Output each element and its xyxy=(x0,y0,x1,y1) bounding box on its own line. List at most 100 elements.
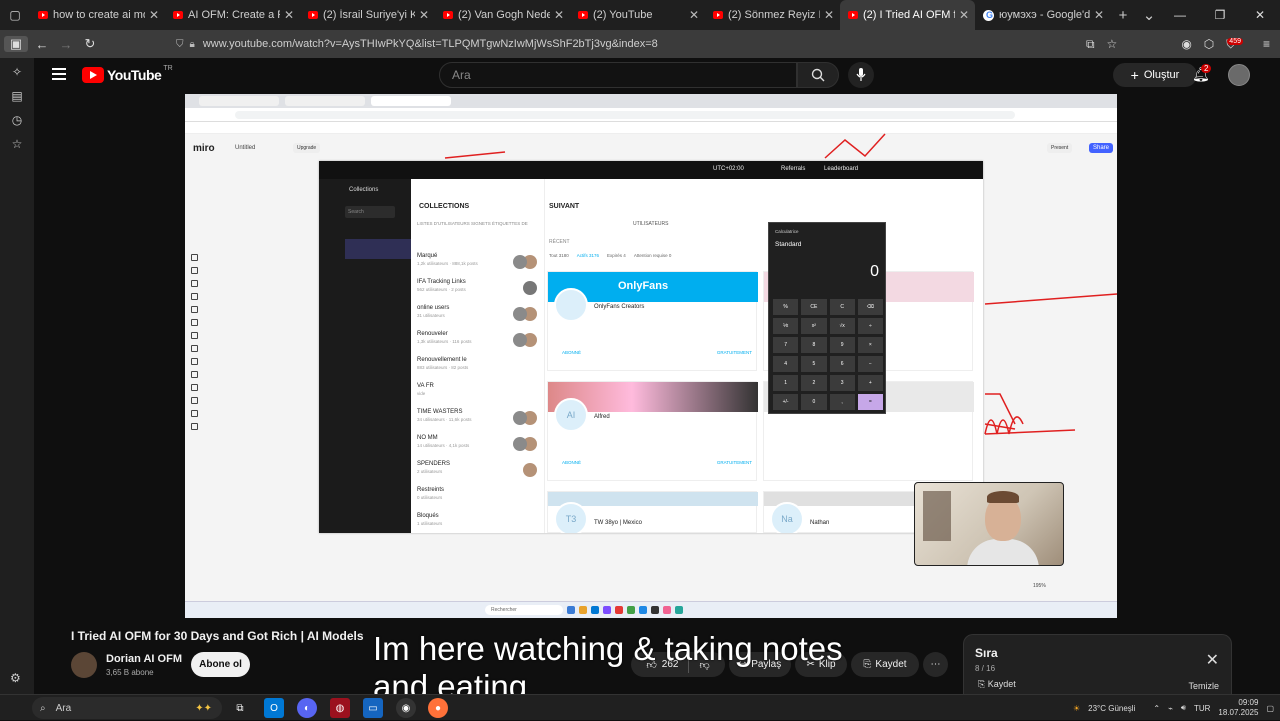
youtube-icon xyxy=(443,11,453,19)
app-referrals: Referrals xyxy=(781,166,806,172)
browser-tab[interactable]: (2) YouTube ✕ xyxy=(570,0,705,30)
close-icon[interactable]: ✕ xyxy=(1094,8,1104,22)
back-icon[interactable]: ← xyxy=(30,37,54,52)
youtube-icon xyxy=(713,11,723,19)
feed-title: SUIVANT xyxy=(549,203,580,210)
close-icon[interactable]: ✕ xyxy=(284,8,294,22)
collections-title: COLLECTIONS xyxy=(419,203,470,210)
site-info-icon[interactable]: ⛉ xyxy=(176,39,184,50)
obs-icon[interactable]: ◉ xyxy=(396,698,416,718)
close-icon[interactable]: ✕ xyxy=(959,8,969,22)
browser-tab-label: юумэхэ - Google'da Ara xyxy=(999,9,1090,21)
browser-tab[interactable]: AI OFM: Create a Profitable ✕ xyxy=(165,0,300,30)
queue-clear-button[interactable]: Temizle xyxy=(1188,681,1219,691)
card-avatar: Na xyxy=(770,502,804,533)
tab-actions-icon[interactable]: ▢ xyxy=(0,0,30,30)
extension-icon[interactable]: ⛨459 xyxy=(1226,37,1251,52)
sparkle-icon[interactable]: ✧ xyxy=(0,60,34,84)
notification-count: 2 xyxy=(1201,64,1212,73)
screenshot-icon[interactable]: ⧉ xyxy=(1086,37,1095,52)
clock[interactable]: 09:09 18.07.2025 xyxy=(1218,698,1258,718)
minimize-icon[interactable]: — xyxy=(1160,8,1200,22)
calculator-title: Calculatrice xyxy=(775,229,799,234)
tab-list-chevron-icon[interactable]: ⌄ xyxy=(1136,6,1162,24)
reader-icon[interactable]: ▤ xyxy=(0,84,34,108)
card-avatar: T3 xyxy=(554,502,588,533)
collection-item: Marqué 1,2k utilisateurs · 888,1k posts xyxy=(417,253,541,277)
task-view-icon[interactable]: ⧉ xyxy=(230,698,250,718)
close-icon[interactable]: ✕ xyxy=(554,8,564,22)
app-selected-account xyxy=(345,239,411,259)
bookmarks-icon[interactable]: ☆ xyxy=(0,132,34,156)
youtube-logo[interactable]: YouTube TR xyxy=(82,65,173,83)
bookmark-star-icon[interactable]: ☆ xyxy=(1107,37,1118,51)
browser-tab[interactable]: юумэхэ - Google'da Ara ✕ xyxy=(975,0,1110,30)
close-icon[interactable]: ✕ xyxy=(824,8,834,22)
app-red-icon[interactable]: ◍ xyxy=(330,698,350,718)
settings-gear-icon[interactable]: ⚙ xyxy=(10,671,21,685)
window-close-icon[interactable]: ✕ xyxy=(1240,8,1280,22)
channel-avatar[interactable] xyxy=(71,652,97,678)
browser-tab[interactable]: (2) İsrail Suriye'yi KALBİNDE ✕ xyxy=(300,0,435,30)
restore-icon[interactable]: ❐ xyxy=(1200,8,1240,22)
card-footer: ABONNÉ GRATUITEMENT xyxy=(562,350,752,355)
feed-recent: RÉCENT xyxy=(549,239,570,245)
youtube-icon xyxy=(173,11,183,19)
close-icon[interactable]: ✕ xyxy=(689,8,699,22)
reload-icon[interactable]: ↻ xyxy=(78,36,102,52)
video-player[interactable]: miro Untitled Upgrade Present Share UTC+… xyxy=(185,94,1117,618)
youtube-icon xyxy=(308,11,318,19)
more-icon: ⋯ xyxy=(930,659,941,670)
creator-card: OnlyFans OnlyFans Creators ABONNÉ GRATUIT… xyxy=(547,271,758,371)
collection-item: NO MM 14 utilisateurs · 4,1k posts xyxy=(417,435,541,459)
card-avatar: AI xyxy=(554,398,588,432)
taskbar-search[interactable]: ⌕ Ara ✦✦ xyxy=(32,697,222,719)
firefox-icon[interactable]: ● xyxy=(428,698,448,718)
create-button[interactable]: + Oluştur xyxy=(1113,63,1197,87)
browser-tab-strip: ▢ how to create ai models fo ✕ AI OFM: C… xyxy=(0,0,1280,30)
create-label: Oluştur xyxy=(1143,69,1180,81)
close-icon[interactable]: ✕ xyxy=(149,8,159,22)
account-icon[interactable]: ◉ xyxy=(1181,37,1191,51)
search-input[interactable]: Ara xyxy=(439,62,797,88)
subscribe-button[interactable]: Abone ol xyxy=(191,652,250,677)
notifications-icon[interactable]: ▢ xyxy=(1266,704,1274,713)
app-blue-icon[interactable]: ▭ xyxy=(363,698,383,718)
network-icon[interactable]: ⌁ xyxy=(1168,704,1173,713)
extensions-icon[interactable]: ⬡ xyxy=(1204,37,1214,51)
browser-tab[interactable]: how to create ai models fo ✕ xyxy=(30,0,165,30)
new-tab-icon[interactable]: + xyxy=(1110,7,1136,24)
queue-save-button[interactable]: ⎘ Kaydet xyxy=(978,679,1016,690)
hamburger-menu-icon[interactable] xyxy=(52,68,66,80)
browser-menu-icon[interactable]: ≡ xyxy=(1263,37,1270,51)
language-indicator[interactable]: TUR xyxy=(1194,704,1210,713)
history-icon[interactable]: ◷ xyxy=(0,108,34,132)
close-queue-icon[interactable]: ✕ xyxy=(1206,650,1219,670)
collection-item: TIME WASTERS 34 utilisateurs · 11,6k post… xyxy=(417,409,541,433)
sidebar-toggle-icon[interactable]: ▣ xyxy=(4,36,28,52)
channel-name[interactable]: Dorian AI OFM xyxy=(106,653,182,665)
volume-icon[interactable]: 🔊︎ xyxy=(1181,703,1186,713)
url-field[interactable]: ⛉ 🔒︎ www.youtube.com/watch?v=AysTHIwPkYQ… xyxy=(176,34,1116,54)
video-taskbar-search: Rechercher xyxy=(485,605,563,615)
chevron-up-icon[interactable]: ⌃ xyxy=(1153,704,1160,713)
account-avatar[interactable] xyxy=(1228,64,1250,86)
more-actions-button[interactable]: ⋯ xyxy=(923,652,948,677)
browser-tab-active[interactable]: (2) I Tried AI OFM for 3 ✕ xyxy=(840,0,975,30)
discord-icon[interactable]: ◐ xyxy=(297,698,317,718)
search-button[interactable] xyxy=(797,62,839,88)
outlook-icon[interactable]: O xyxy=(264,698,284,718)
browser-tab[interactable]: (2) Sönmez Reyiz I Askerlik ✕ xyxy=(705,0,840,30)
collections-tabs: LISTES D'UTILISATEURS SIGNETS ÉTIQUETTES… xyxy=(417,221,528,226)
app-sidebar: Collections Search xyxy=(319,179,411,533)
feed-panel: SUIVANT UTILISATEURS RÉCENT Tout 3180 Ac… xyxy=(545,179,983,533)
calculator-mode: Standard xyxy=(775,241,802,248)
collection-item: VA FR vide xyxy=(417,383,434,396)
browser-tab[interactable]: (2) Van Gogh Neden Bu Ka ✕ xyxy=(435,0,570,30)
close-icon[interactable]: ✕ xyxy=(419,8,429,22)
forward-icon[interactable]: → xyxy=(54,37,78,52)
browser-tab-label: how to create ai models fo xyxy=(53,9,145,21)
voice-search-button[interactable] xyxy=(848,62,874,88)
browser-tab-label: (2) I Tried AI OFM for 3 xyxy=(863,9,955,21)
weather-text[interactable]: 23°C Güneşli xyxy=(1088,704,1135,713)
